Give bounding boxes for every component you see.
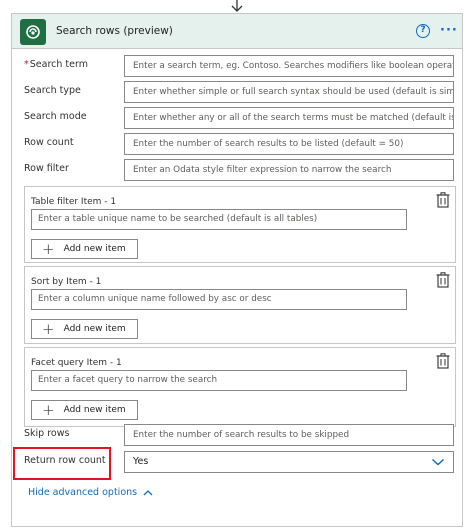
row-filter-row: Row filter Enter an Odata style filter e…: [12, 159, 462, 181]
advanced-link-label: Hide advanced options: [28, 487, 138, 498]
plus-icon: +: [42, 401, 55, 419]
row-count-row: Row count Enter the number of search res…: [12, 133, 462, 155]
search-mode-input[interactable]: Enter whether any or all of the search t…: [124, 107, 454, 129]
search-type-row: Search type Enter whether simple or full…: [12, 81, 462, 103]
sort-by-add-button[interactable]: + Add new item: [31, 319, 138, 339]
table-filter-label: Table filter Item - 1: [31, 197, 117, 207]
search-term-input[interactable]: Enter a search term, eg. Contoso. Search…: [124, 55, 454, 77]
add-item-label: Add new item: [63, 244, 126, 254]
add-item-label: Add new item: [63, 405, 126, 415]
down-arrow-icon: [231, 0, 243, 12]
more-icon[interactable]: ···: [440, 23, 458, 38]
plus-icon: +: [42, 240, 55, 258]
search-term-row: *Search term Enter a search term, eg. Co…: [12, 55, 462, 77]
return-row-count-row: Return row count Yes: [12, 451, 462, 473]
dataverse-icon: [20, 19, 46, 45]
sort-by-input[interactable]: Enter a column unique name followed by a…: [31, 289, 407, 310]
facet-query-group: Facet query Item - 1 Enter a facet query…: [24, 347, 456, 427]
hide-advanced-options-link[interactable]: Hide advanced options: [28, 487, 153, 498]
card-header[interactable]: Search rows (preview) ? ···: [12, 14, 462, 49]
help-icon[interactable]: ?: [416, 24, 430, 38]
required-mark: *: [24, 59, 29, 70]
skip-rows-row: Skip rows Enter the number of search res…: [12, 424, 462, 446]
facet-query-add-button[interactable]: + Add new item: [31, 400, 138, 420]
search-type-input[interactable]: Enter whether simple or full search synt…: [124, 81, 454, 103]
delete-icon[interactable]: [436, 192, 450, 208]
search-mode-row: Search mode Enter whether any or all of …: [12, 107, 462, 129]
facet-query-input[interactable]: Enter a facet query to narrow the search: [31, 370, 407, 391]
chevron-down-icon: [431, 458, 445, 466]
action-title: Search rows (preview): [56, 25, 173, 37]
table-filter-group: Table filter Item - 1 Enter a table uniq…: [24, 186, 456, 263]
chevron-up-icon: [143, 490, 153, 496]
skip-rows-label: Skip rows: [24, 428, 70, 439]
table-filter-add-button[interactable]: + Add new item: [31, 239, 138, 259]
action-card: Search rows (preview) ? ··· *Search term…: [11, 13, 463, 527]
search-mode-label: Search mode: [24, 111, 87, 122]
facet-query-label: Facet query Item - 1: [31, 358, 122, 368]
row-count-input[interactable]: Enter the number of search results to be…: [124, 133, 454, 155]
search-term-label: *Search term: [24, 59, 88, 70]
search-type-label: Search type: [24, 85, 81, 96]
delete-icon[interactable]: [436, 353, 450, 369]
row-filter-label: Row filter: [24, 163, 69, 174]
skip-rows-input[interactable]: Enter the number of search results to be…: [124, 424, 454, 446]
table-filter-input[interactable]: Enter a table unique name to be searched…: [31, 209, 407, 230]
sort-by-label: Sort by Item - 1: [31, 277, 102, 287]
delete-icon[interactable]: [436, 272, 450, 288]
sort-by-group: Sort by Item - 1 Enter a column unique n…: [24, 266, 456, 344]
return-row-count-select[interactable]: Yes: [124, 451, 454, 473]
return-row-count-label: Return row count: [24, 455, 106, 466]
plus-icon: +: [42, 320, 55, 338]
row-filter-input[interactable]: Enter an Odata style filter expression t…: [124, 159, 454, 181]
row-count-label: Row count: [24, 137, 74, 148]
add-item-label: Add new item: [63, 324, 126, 334]
return-row-count-value: Yes: [133, 456, 149, 467]
